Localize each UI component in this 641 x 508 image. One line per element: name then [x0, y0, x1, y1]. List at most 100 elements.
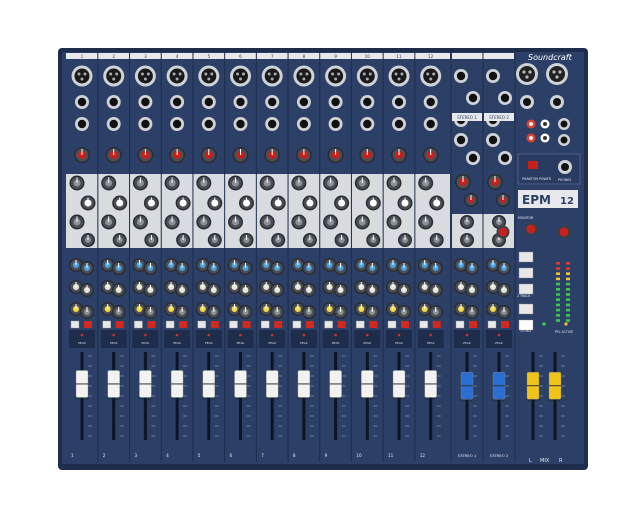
- fx2-knob-11[interactable]: [397, 283, 411, 297]
- gain-knob-7[interactable]: [264, 147, 281, 163]
- eq-mf-knob-10[interactable]: [354, 214, 370, 230]
- level-knob-1[interactable]: [80, 305, 94, 319]
- line-input-9[interactable]: [328, 95, 343, 109]
- level-knob-2[interactable]: [111, 305, 126, 319]
- stereo-level2-knob-1[interactable]: [465, 305, 479, 319]
- pfl-button-6[interactable]: [229, 320, 238, 329]
- eq-hf-knob-2[interactable]: [101, 175, 117, 191]
- insert-jack-6[interactable]: [233, 117, 248, 131]
- insert-jack-8[interactable]: [296, 117, 311, 131]
- eq-mf-knob-4[interactable]: [164, 214, 180, 230]
- stereo-mute-button-1[interactable]: [469, 321, 477, 328]
- insert-jack-4[interactable]: [170, 117, 185, 131]
- mic-input-10[interactable]: [356, 65, 378, 87]
- aux2-knob-1[interactable]: [80, 261, 94, 275]
- eq-mf-knob-3[interactable]: [132, 214, 148, 230]
- eq-mf-knob-11[interactable]: [386, 214, 402, 230]
- eq-hf-knob-11[interactable]: [386, 175, 402, 191]
- level-knob-11[interactable]: [397, 305, 411, 319]
- stereo-lf-knob-1[interactable]: [460, 233, 474, 247]
- level-knob-4[interactable]: [175, 305, 190, 319]
- aux2-knob-8[interactable]: [301, 261, 316, 275]
- eq-lf-knob-8[interactable]: [302, 233, 317, 247]
- stereo-pfl-button-1[interactable]: [455, 320, 465, 329]
- xlr-output-right[interactable]: [546, 63, 568, 85]
- mic-input-7[interactable]: [261, 65, 283, 87]
- aux2-knob-7[interactable]: [270, 261, 285, 275]
- mute-button-2[interactable]: [115, 321, 124, 328]
- fx2-knob-12[interactable]: [428, 283, 443, 297]
- eq-lf-knob-1[interactable]: [81, 233, 95, 247]
- line-input-4[interactable]: [170, 95, 185, 109]
- phones-jack[interactable]: [558, 160, 572, 174]
- insert-jack-2[interactable]: [106, 117, 121, 131]
- eq-hf-knob-9[interactable]: [323, 175, 339, 191]
- eq-mf-freq-knob-6[interactable]: [239, 195, 254, 211]
- eq-mf-knob-6[interactable]: [228, 214, 243, 230]
- eq-mf-knob-9[interactable]: [323, 214, 339, 230]
- master-aux-knob-1[interactable]: [496, 225, 510, 239]
- aux2-knob-2[interactable]: [111, 261, 126, 275]
- line-input-2[interactable]: [106, 95, 121, 109]
- aux2-knob-3[interactable]: [143, 261, 158, 275]
- pfl-button-8[interactable]: [292, 320, 302, 329]
- mic-input-4[interactable]: [166, 65, 188, 87]
- line-input-1[interactable]: [75, 95, 89, 109]
- gain-knob-8[interactable]: [295, 147, 312, 163]
- insert-jack-1[interactable]: [75, 117, 89, 131]
- level-knob-7[interactable]: [270, 305, 285, 319]
- mic-input-3[interactable]: [134, 65, 156, 87]
- stereo-jack-a-2[interactable]: [486, 133, 500, 147]
- mic-input-8[interactable]: [293, 65, 315, 87]
- monitor-level-knob[interactable]: [524, 222, 538, 236]
- line-input-6[interactable]: [233, 95, 248, 109]
- line-input-8[interactable]: [296, 95, 311, 109]
- insert-jack-9[interactable]: [328, 117, 343, 131]
- fx2-knob-3[interactable]: [143, 283, 158, 297]
- pfl-button-12[interactable]: [419, 320, 428, 329]
- eq-mf-knob-1[interactable]: [69, 214, 85, 230]
- gain-knob-10[interactable]: [359, 147, 376, 163]
- pfl-button-10[interactable]: [356, 320, 365, 329]
- mic-input-9[interactable]: [325, 65, 347, 87]
- pfl-button-2[interactable]: [102, 320, 111, 329]
- mute-button-12[interactable]: [432, 321, 441, 328]
- insert-jack-10[interactable]: [360, 117, 375, 131]
- eq-lf-knob-7[interactable]: [271, 233, 286, 247]
- eq-mf-freq-knob-1[interactable]: [80, 195, 96, 211]
- stereo-aux2-knob-2[interactable]: [497, 261, 511, 275]
- eq-hf-knob-5[interactable]: [196, 175, 212, 191]
- gain-knob-3[interactable]: [137, 147, 154, 163]
- eq-lf-knob-2[interactable]: [112, 233, 127, 247]
- stereo-in-r-2[interactable]: [498, 91, 512, 105]
- eq-mf-freq-knob-11[interactable]: [397, 195, 413, 211]
- eq-mf-freq-knob-5[interactable]: [207, 195, 223, 211]
- insert-jack-11[interactable]: [392, 117, 406, 131]
- insert-jack-12[interactable]: [423, 117, 438, 131]
- mute-button-10[interactable]: [369, 321, 378, 328]
- mute-button-4[interactable]: [179, 321, 188, 328]
- stereo-gain-knob-1[interactable]: [455, 174, 471, 190]
- mute-button-9[interactable]: [337, 321, 346, 328]
- level-knob-10[interactable]: [365, 305, 380, 319]
- stereo-in-l-2[interactable]: [486, 69, 500, 83]
- line-input-12[interactable]: [423, 95, 438, 109]
- eq-mf-knob-7[interactable]: [259, 214, 275, 230]
- stereo-in-l-1[interactable]: [454, 69, 468, 83]
- aux2-knob-4[interactable]: [175, 261, 190, 275]
- eq-hf-knob-10[interactable]: [354, 175, 370, 191]
- eq-lf-knob-3[interactable]: [144, 233, 159, 247]
- stereo-level2-knob-2[interactable]: [497, 305, 511, 319]
- stereo-fx2-knob-2[interactable]: [497, 283, 511, 297]
- line-input-11[interactable]: [392, 95, 406, 109]
- stereo-pfl-button-2[interactable]: [487, 320, 497, 329]
- stereo-jack-a-1[interactable]: [454, 133, 468, 147]
- aux2-knob-10[interactable]: [365, 261, 380, 275]
- stereo-in-r-1[interactable]: [466, 91, 480, 105]
- insert-jack-3[interactable]: [138, 117, 153, 131]
- mute-button-6[interactable]: [242, 321, 251, 328]
- insert-jack-5[interactable]: [201, 117, 216, 131]
- gain-knob-6[interactable]: [232, 147, 249, 163]
- master-switch-4[interactable]: [518, 303, 534, 315]
- level-knob-12[interactable]: [428, 305, 443, 319]
